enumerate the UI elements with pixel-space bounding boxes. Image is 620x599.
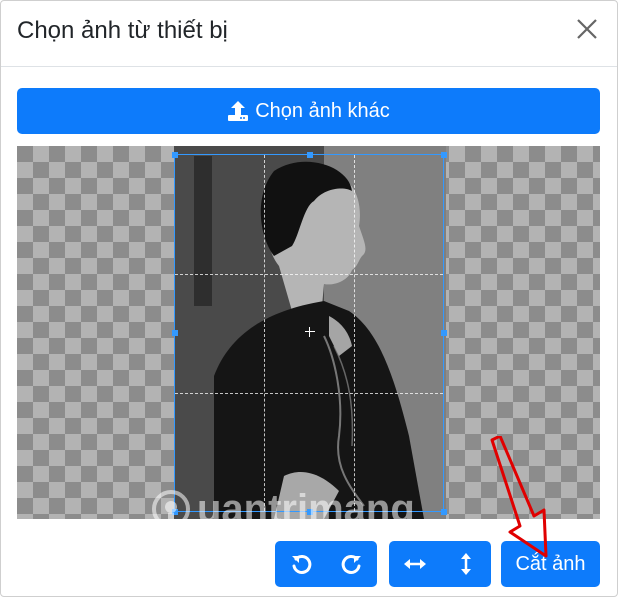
crop-selection[interactable]: [172, 152, 447, 515]
flip-horizontal-button[interactable]: [389, 541, 440, 587]
rotate-button-group: [275, 541, 377, 587]
upload-icon: [228, 101, 249, 121]
crop-guide-line: [175, 393, 443, 394]
close-icon: [577, 19, 597, 39]
crop-guide-line: [264, 155, 265, 511]
flip-horizontal-icon: [403, 559, 426, 569]
crop-handle-n[interactable]: [307, 152, 313, 158]
crop-handle-w[interactable]: [172, 330, 178, 336]
crop-handle-nw[interactable]: [172, 152, 178, 158]
rotate-right-icon: [341, 554, 361, 574]
watermark: uantrimang: [149, 484, 415, 519]
rotate-right-button[interactable]: [326, 541, 377, 587]
crop-handle-se[interactable]: [441, 509, 447, 515]
rotate-left-icon: [291, 554, 311, 574]
dialog-title: Chọn ảnh từ thiết bị: [17, 17, 228, 44]
flip-vertical-icon: [460, 553, 471, 575]
crop-guide-line: [354, 155, 355, 511]
choose-other-image-label: Chọn ảnh khác: [255, 99, 390, 122]
crop-center-marker: [305, 327, 315, 337]
rotate-left-button[interactable]: [275, 541, 326, 587]
watermark-text: uantrimang: [197, 486, 415, 520]
flip-vertical-button[interactable]: [440, 541, 491, 587]
flip-button-group: [389, 541, 491, 587]
close-button[interactable]: [571, 13, 603, 45]
watermark-logo: [152, 490, 190, 519]
choose-other-image-button[interactable]: Chọn ảnh khác: [17, 88, 600, 134]
dialog-header: Chọn ảnh từ thiết bị: [1, 1, 617, 67]
annotation-arrow-icon: [490, 436, 548, 558]
crop-handle-ne[interactable]: [441, 152, 447, 158]
crop-handle-e[interactable]: [441, 330, 447, 336]
crop-guide-line: [175, 274, 443, 275]
